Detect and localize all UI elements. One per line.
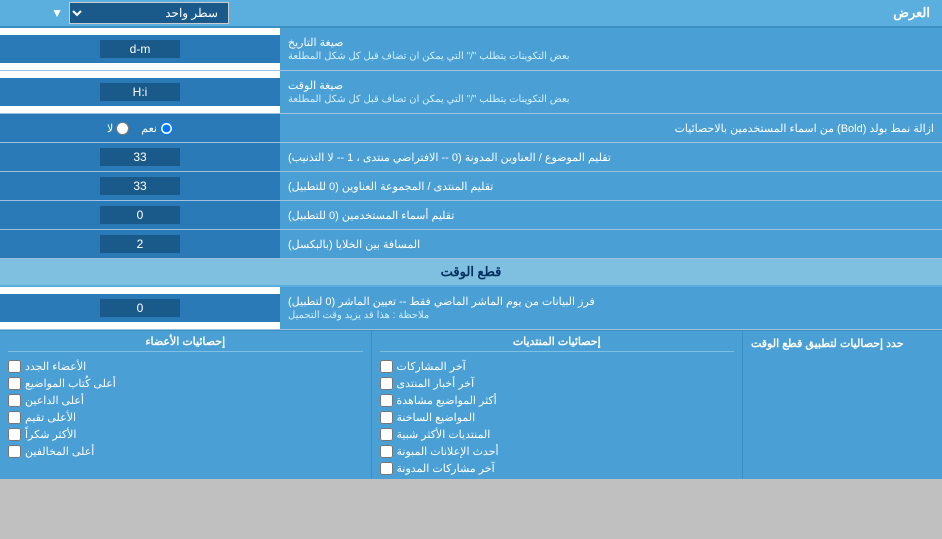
- new-members-checkbox[interactable]: [8, 360, 21, 373]
- bold-yes-text: نعم: [141, 122, 157, 135]
- usernames-input[interactable]: [100, 206, 180, 224]
- top-violators-item: أعلى المخالفين: [8, 445, 363, 458]
- time-format-label: صيغة الوقت بعض التكوينات يتطلب "/" التي …: [280, 71, 942, 113]
- cell-spacing-input[interactable]: [100, 235, 180, 253]
- last-posts-item: آخر المشاركات: [380, 360, 735, 373]
- bold-yes-label: نعم: [141, 122, 173, 135]
- most-similar-item: المنتديات الأكثر شبية: [380, 428, 735, 441]
- last-forum-news-item: آخر أخبار المنتدى: [380, 377, 735, 390]
- bold-remove-label: ازالة نمط بولد (Bold) من اسماء المستخدمي…: [280, 118, 942, 139]
- topic-titles-input[interactable]: [100, 148, 180, 166]
- usernames-input-container: [0, 201, 280, 229]
- usernames-label: تقليم أسماء المستخدمين (0 للتطبيل): [280, 201, 942, 229]
- post-stats-col: إحصائيات المنتديات آخر المشاركات آخر أخب…: [371, 331, 743, 479]
- most-viewed-checkbox[interactable]: [380, 394, 393, 407]
- time-cut-label: فرز البيانات من يوم الماشر الماضي فقط --…: [280, 287, 942, 329]
- display-mode-select[interactable]: سطر واحد: [69, 2, 229, 24]
- most-thanked-item: الأكثر شكراً: [8, 428, 363, 441]
- time-format-input-container: [0, 78, 280, 106]
- time-cut-header: قطع الوقت: [0, 259, 942, 287]
- date-format-input-container: [0, 35, 280, 63]
- usernames-row: تقليم أسماء المستخدمين (0 للتطبيل): [0, 201, 942, 230]
- bold-remove-row: ازالة نمط بولد (Bold) من اسماء المستخدمي…: [0, 114, 942, 143]
- top-rated-checkbox[interactable]: [8, 411, 21, 424]
- date-format-input[interactable]: [100, 40, 180, 58]
- hot-topics-checkbox[interactable]: [380, 411, 393, 424]
- last-blog-item: آخر مشاركات المدونة: [380, 462, 735, 475]
- member-stats-col: إحصائيات الأعضاء الأعضاء الجدد أعلى كُتا…: [0, 331, 371, 479]
- bold-no-text: لا: [107, 122, 113, 135]
- latest-ads-item: أحدث الإعلانات المبونة: [380, 445, 735, 458]
- date-format-label: صيغة التاريخ بعض التكوينات يتطلب "/" الت…: [280, 28, 942, 70]
- time-format-row: صيغة الوقت بعض التكوينات يتطلب "/" التي …: [0, 71, 942, 114]
- top-writers-checkbox[interactable]: [8, 377, 21, 390]
- date-format-row: صيغة التاريخ بعض التكوينات يتطلب "/" الت…: [0, 28, 942, 71]
- topic-titles-label: تقليم الموضوع / العناوين المدونة (0 -- ا…: [280, 143, 942, 171]
- last-blog-checkbox[interactable]: [380, 462, 393, 475]
- most-similar-checkbox[interactable]: [380, 428, 393, 441]
- bold-remove-options: نعم لا: [0, 114, 280, 142]
- dropdown-icon: ▼: [51, 6, 63, 20]
- most-viewed-item: أكثر المواضيع مشاهدة: [380, 394, 735, 407]
- forum-titles-label: تقليم المنتدى / المجموعة العناوين (0 للت…: [280, 172, 942, 200]
- cell-spacing-input-container: [0, 230, 280, 258]
- time-format-input[interactable]: [100, 83, 180, 101]
- latest-ads-checkbox[interactable]: [380, 445, 393, 458]
- forum-titles-row: تقليم المنتدى / المجموعة العناوين (0 للت…: [0, 172, 942, 201]
- cell-spacing-row: المسافة بين الخلايا (بالبكسل): [0, 230, 942, 259]
- top-violators-checkbox[interactable]: [8, 445, 21, 458]
- time-cut-row: فرز البيانات من يوم الماشر الماضي فقط --…: [0, 287, 942, 330]
- cell-spacing-label: المسافة بين الخلايا (بالبكسل): [280, 230, 942, 258]
- post-stats-header: إحصائيات المنتديات: [380, 335, 735, 352]
- top-writers-item: أعلى كُتاب المواضيع: [8, 377, 363, 390]
- most-thanked-checkbox[interactable]: [8, 428, 21, 441]
- topic-titles-input-container: [0, 143, 280, 171]
- forum-titles-input[interactable]: [100, 177, 180, 195]
- top-posters-checkbox[interactable]: [8, 394, 21, 407]
- member-stats-header: إحصائيات الأعضاء: [8, 335, 363, 352]
- new-members-item: الأعضاء الجدد: [8, 360, 363, 373]
- topic-titles-row: تقليم الموضوع / العناوين المدونة (0 -- ا…: [0, 143, 942, 172]
- stats-section: حدد إحصاليات لتطبيق قطع الوقت إحصائيات ا…: [0, 330, 942, 479]
- hot-topics-item: المواضيع الساخنة: [380, 411, 735, 424]
- main-container: العرض سطر واحد ▼ صيغة التاريخ بعض التكوي…: [0, 0, 942, 479]
- bold-yes-radio[interactable]: [160, 122, 173, 135]
- last-posts-checkbox[interactable]: [380, 360, 393, 373]
- bold-no-radio[interactable]: [116, 122, 129, 135]
- time-cut-input[interactable]: [100, 299, 180, 317]
- page-title: العرض: [280, 1, 942, 25]
- top-rated-item: الأعلى تقيم: [8, 411, 363, 424]
- bold-no-label: لا: [107, 122, 129, 135]
- last-forum-news-checkbox[interactable]: [380, 377, 393, 390]
- forum-titles-input-container: [0, 172, 280, 200]
- stats-limit-label: حدد إحصاليات لتطبيق قطع الوقت: [742, 331, 942, 479]
- time-cut-input-container: [0, 294, 280, 322]
- top-posters-item: أعلى الداعين: [8, 394, 363, 407]
